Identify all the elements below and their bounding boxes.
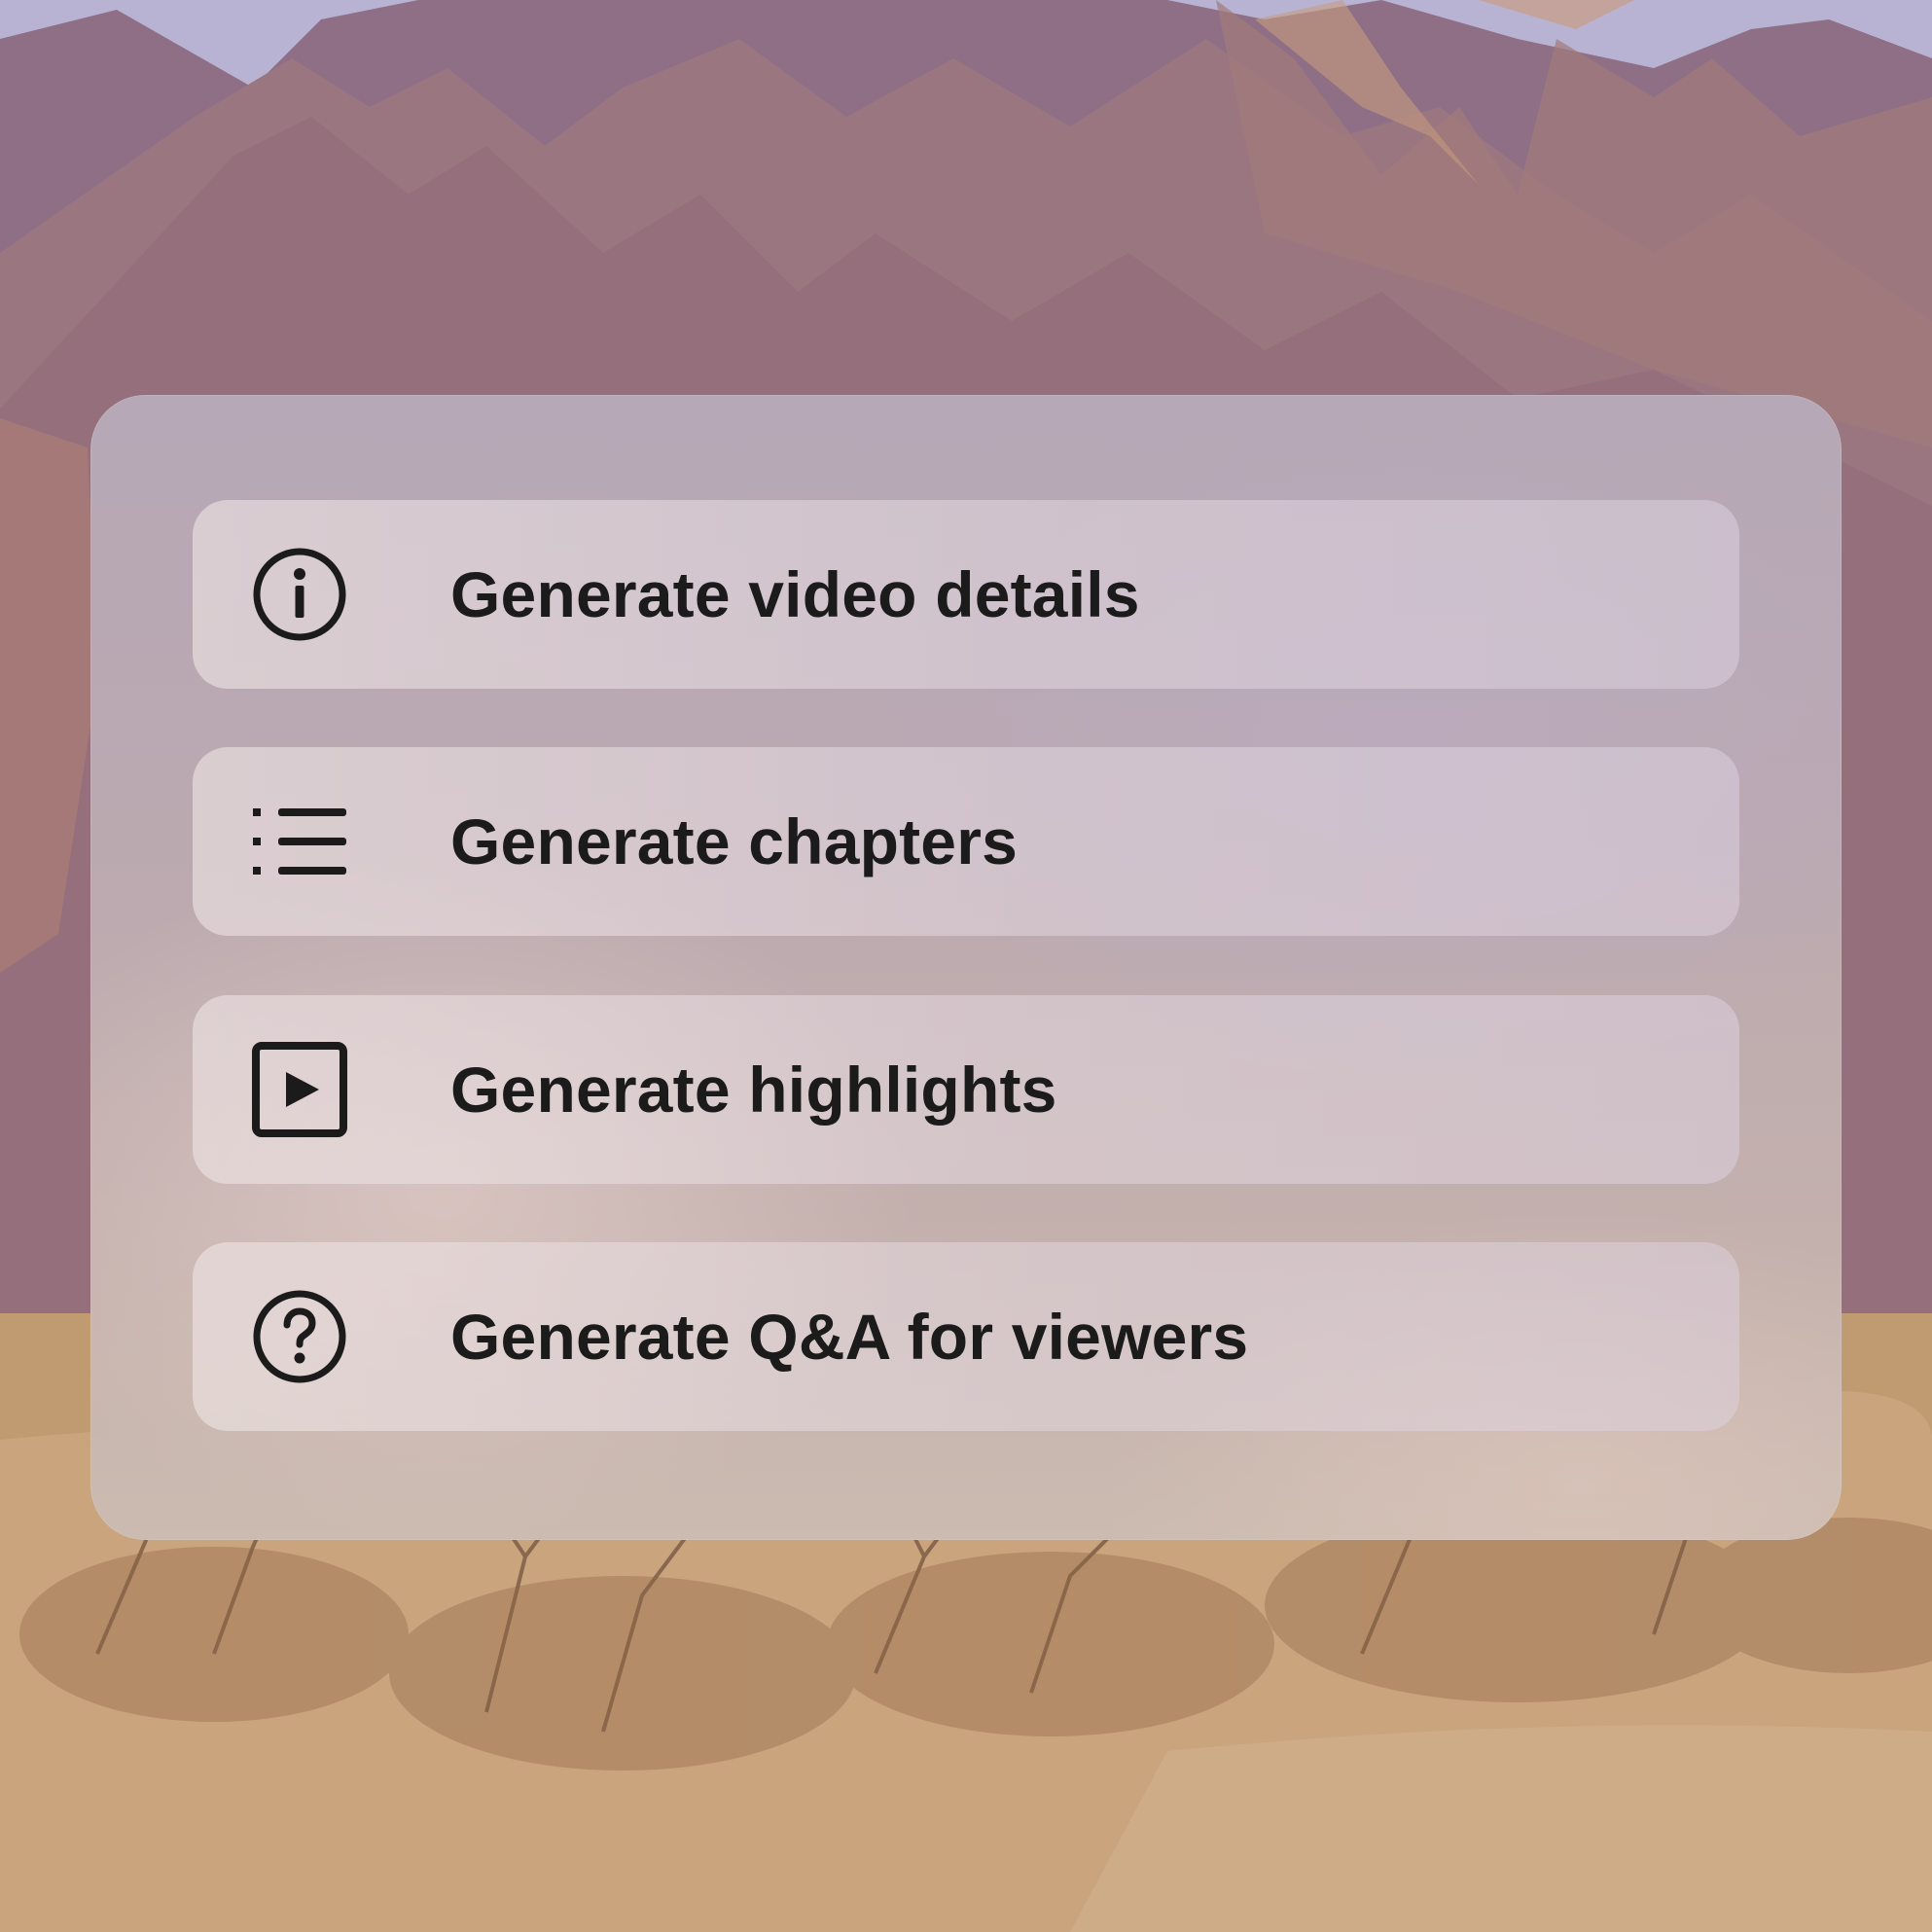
item-label: Generate video details <box>450 558 1140 630</box>
generate-video-details-button[interactable]: Generate video details <box>193 500 1739 689</box>
item-label: Generate chapters <box>450 805 1018 877</box>
item-label: Generate Q&A for viewers <box>450 1301 1249 1373</box>
generate-chapters-button[interactable]: Generate chapters <box>193 747 1739 936</box>
actions-panel: Generate video details Generate chapters… <box>90 395 1842 1540</box>
list-icon <box>251 793 348 890</box>
question-circle-icon <box>251 1288 348 1385</box>
info-icon <box>251 546 348 643</box>
item-label: Generate highlights <box>450 1054 1057 1126</box>
generate-qa-button[interactable]: Generate Q&A for viewers <box>193 1242 1739 1431</box>
generate-highlights-button[interactable]: Generate highlights <box>193 995 1739 1184</box>
play-square-icon <box>251 1041 348 1138</box>
